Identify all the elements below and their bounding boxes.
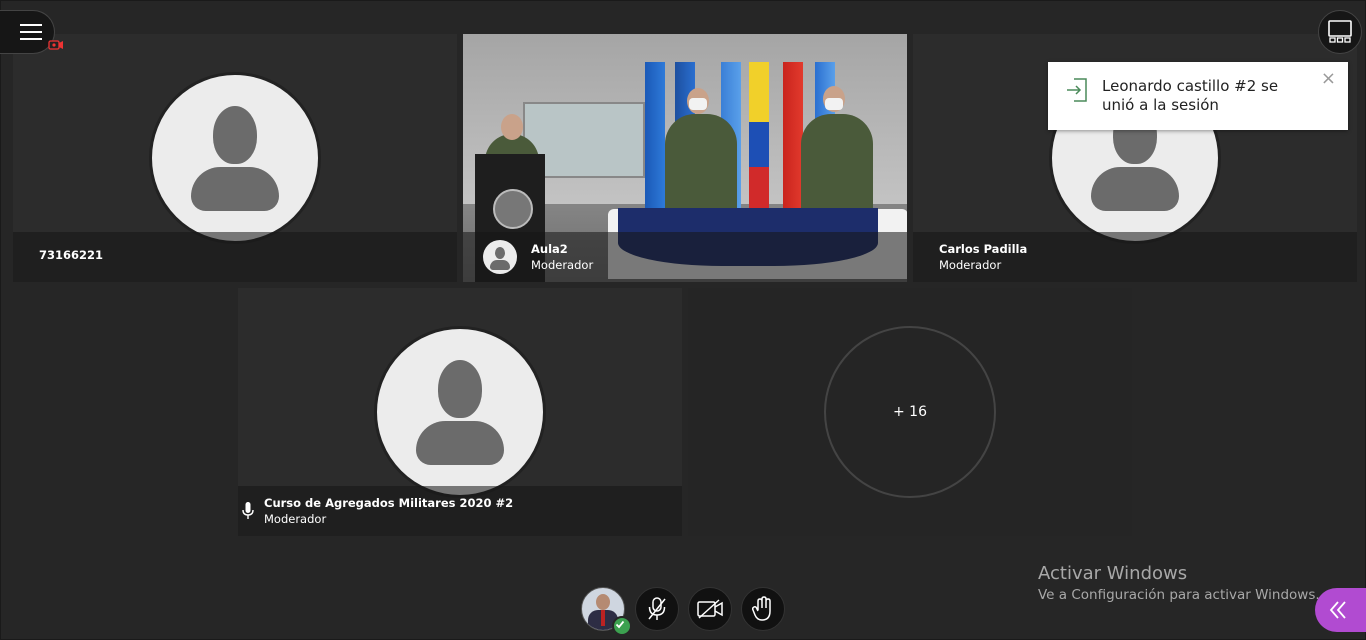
join-notification: Leonardo castillo #2 se unió a la sesión… — [1048, 62, 1348, 130]
status-ok-icon — [612, 616, 632, 636]
notification-message: Leonardo castillo #2 se unió a la sesión — [1102, 77, 1279, 114]
participant-name: Carlos Padilla — [939, 242, 1028, 256]
camera-recording-icon — [48, 36, 64, 50]
participant-name: Curso de Agregados Militares 2020 #2 — [264, 496, 514, 510]
participant-name: 73166221 — [39, 248, 104, 262]
participant-avatar — [374, 326, 546, 498]
microphone-icon — [242, 502, 254, 520]
layout-grid-icon — [1328, 20, 1352, 48]
participant-role: Moderador — [531, 258, 594, 272]
camera-toggle-button[interactable] — [688, 587, 732, 631]
microphone-muted-icon — [647, 597, 667, 625]
participant-role: Moderador — [264, 512, 327, 526]
double-chevron-left-icon — [1329, 600, 1347, 624]
open-panel-button[interactable] — [1315, 588, 1366, 632]
participant-tile-aula2[interactable]: Aula2 Moderador — [463, 34, 907, 282]
name-bar: Carlos Padilla Moderador — [913, 232, 1357, 282]
overflow-participants-tile[interactable]: + 16 — [688, 288, 1132, 536]
activation-watermark-title: Activar Windows — [1038, 563, 1188, 584]
name-bar: 73166221 — [13, 232, 457, 282]
overflow-count: + 16 — [824, 326, 996, 498]
camera-off-icon — [697, 599, 723, 623]
activation-watermark-subtitle: Ve a Configuración para activar Windows. — [1038, 587, 1320, 603]
menu-button[interactable] — [0, 10, 55, 54]
participant-role: Moderador — [939, 258, 1002, 272]
layout-button[interactable] — [1318, 10, 1362, 54]
raise-hand-button[interactable] — [741, 587, 785, 631]
participant-avatar — [149, 72, 321, 244]
name-bar: Curso de Agregados Militares 2020 #2 Mod… — [238, 486, 682, 536]
participant-name: Aula2 — [531, 242, 568, 256]
participant-tile-curso-agregados[interactable]: Curso de Agregados Militares 2020 #2 Mod… — [238, 288, 682, 536]
participant-small-avatar — [483, 240, 517, 274]
raise-hand-icon — [751, 596, 774, 626]
close-icon[interactable]: × — [1321, 68, 1336, 89]
session-join-icon — [1066, 78, 1088, 106]
name-bar: Aula2 Moderador — [463, 232, 907, 282]
microphone-toggle-button[interactable] — [635, 587, 679, 631]
participant-tile-73166221[interactable]: 73166221 — [13, 34, 457, 282]
